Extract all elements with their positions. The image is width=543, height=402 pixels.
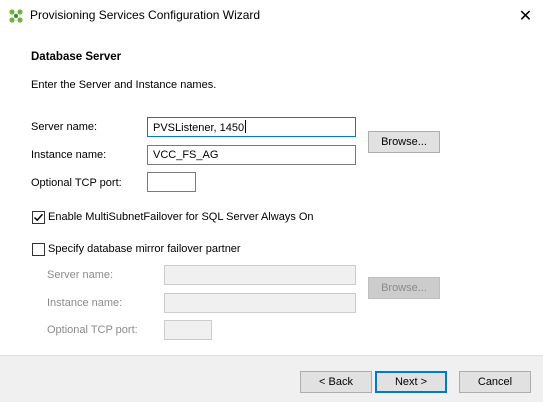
close-button[interactable]: ✕ [508,0,543,31]
tcp-port-input[interactable] [147,172,196,192]
mirror-tcp-port-input [164,320,212,340]
back-button-label: < Back [319,376,353,388]
back-button[interactable]: < Back [300,371,372,393]
next-button-label: Next > [394,376,428,388]
mirror-failover-label[interactable]: Specify database mirror failover partner [48,243,241,255]
citrix-logo-icon [9,9,23,23]
page-description: Enter the Server and Instance names. [31,79,217,91]
mirror-server-name-input [164,265,356,285]
next-button[interactable]: Next > [375,371,447,393]
tcp-port-label: Optional TCP port: [31,177,122,189]
instance-name-label: Instance name: [31,149,107,161]
close-icon: ✕ [518,7,533,25]
mirror-server-name-label: Server name: [47,269,114,281]
mirror-failover-checkbox[interactable] [32,243,45,256]
server-name-input[interactable]: PVSListener, 1450 [147,117,356,137]
mirror-instance-name-input [164,293,356,313]
mirror-browse-button: Browse... [368,277,440,299]
server-name-label: Server name: [31,121,98,133]
window-title: Provisioning Services Configuration Wiza… [30,8,261,22]
multisubnet-checkbox[interactable] [32,211,45,224]
instance-name-value: VCC_FS_AG [153,149,219,161]
instance-name-input[interactable]: VCC_FS_AG [147,145,356,165]
cancel-button-label: Cancel [477,376,513,388]
multisubnet-label[interactable]: Enable MultiSubnetFailover for SQL Serve… [48,211,314,223]
text-caret [245,120,247,133]
page-title: Database Server [31,51,122,63]
browse-button[interactable]: Browse... [368,131,440,153]
browse-button-label: Browse... [381,136,427,148]
checkmark-icon [33,213,44,222]
cancel-button[interactable]: Cancel [459,371,531,393]
mirror-instance-name-label: Instance name: [47,297,123,309]
mirror-browse-button-label: Browse... [381,282,427,294]
server-name-value: PVSListener, 1450 [153,122,245,134]
mirror-tcp-port-label: Optional TCP port: [47,324,138,336]
